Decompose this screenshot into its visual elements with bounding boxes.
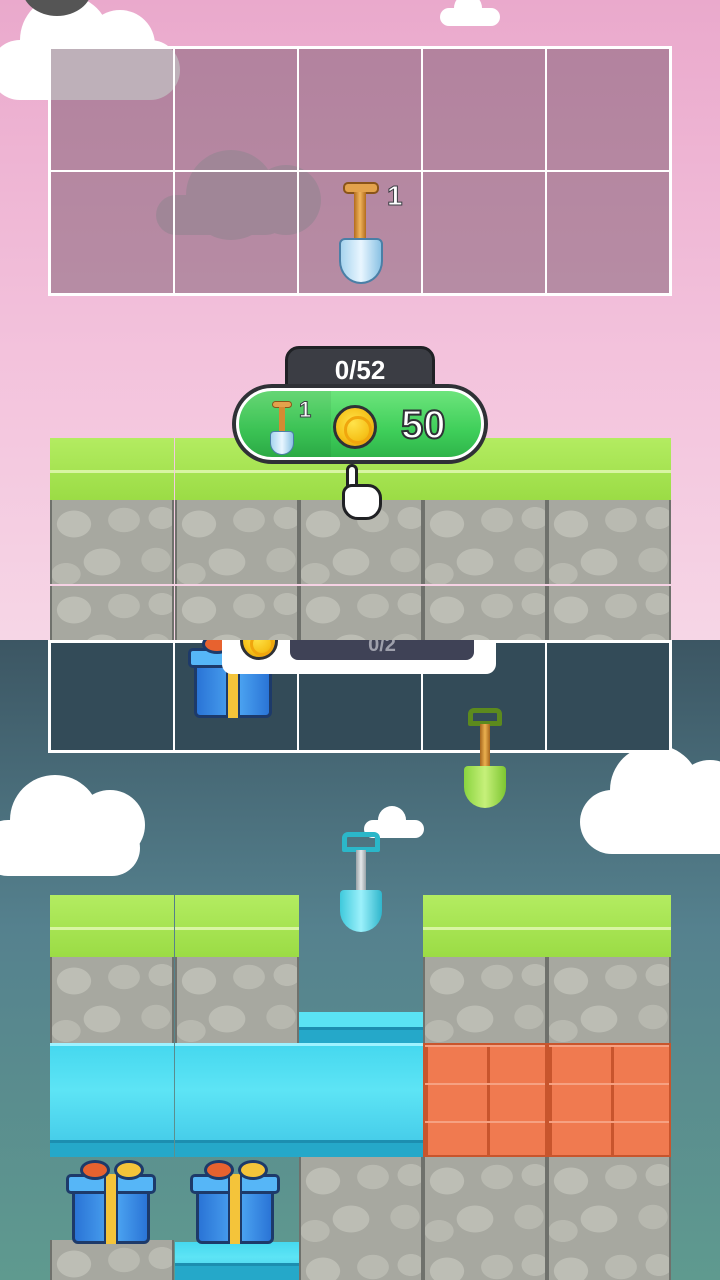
bottom-scene: 0/2 <box>0 640 720 1280</box>
pointer-hand-icon <box>336 464 386 524</box>
popup-counter: 0/2 <box>290 640 474 660</box>
water-block <box>299 1012 423 1044</box>
stone-block <box>547 1157 671 1280</box>
inventory-grid: 1 <box>48 46 672 296</box>
inventory-slot[interactable] <box>298 48 422 171</box>
cloud <box>440 0 500 26</box>
grass-block <box>175 895 299 957</box>
water-block <box>175 1242 299 1280</box>
stone-block <box>299 1157 423 1280</box>
stone-block <box>423 1157 547 1280</box>
brick-block <box>547 1043 671 1157</box>
progress-counter: 0/52 <box>285 346 435 388</box>
grass-block <box>423 895 547 957</box>
inventory-slot[interactable] <box>174 171 298 294</box>
inventory-slot[interactable] <box>422 48 546 171</box>
inventory-slot[interactable] <box>422 171 546 294</box>
stone-block <box>423 586 547 640</box>
brick-block <box>423 1043 547 1157</box>
stone-block <box>50 957 174 1043</box>
reward-coin-amount: 50 <box>400 402 446 448</box>
stone-block <box>299 586 423 640</box>
grass-block <box>547 438 671 500</box>
reward-button-face: 1 50 <box>236 388 484 460</box>
stone-block <box>175 586 299 640</box>
gift-box-icon[interactable] <box>190 1160 280 1244</box>
stone-block <box>175 957 299 1043</box>
water-block <box>299 1043 423 1157</box>
coin-icon <box>333 405 377 449</box>
coin-icon <box>240 640 278 660</box>
inventory-slot[interactable] <box>50 48 174 171</box>
inventory-slot[interactable] <box>50 642 174 751</box>
popup-fragment: 0/2 <box>222 640 496 674</box>
inventory-slot-shovel[interactable]: 1 <box>298 171 422 294</box>
water-block <box>175 1043 299 1157</box>
stone-block <box>547 586 671 640</box>
shovel-count: 1 <box>387 180 404 212</box>
inventory-slot[interactable] <box>546 642 670 751</box>
stone-block <box>547 500 671 584</box>
reward-button[interactable]: 1 50 <box>232 384 488 464</box>
gift-box-icon[interactable] <box>66 1160 156 1244</box>
green-shovel-icon <box>462 708 508 810</box>
stone-block <box>423 957 547 1043</box>
gold-shovel-icon <box>269 401 295 457</box>
top-scene: 1 0/52 1 50 <box>0 0 720 640</box>
reward-shovel-count: 1 <box>298 397 312 423</box>
stone-block <box>50 1240 174 1280</box>
cyan-shovel-icon <box>338 832 384 934</box>
water-block <box>50 1043 174 1157</box>
inventory-slot[interactable] <box>546 48 670 171</box>
stone-block <box>547 957 671 1043</box>
stone-block <box>50 500 174 584</box>
cloud <box>580 745 720 854</box>
stone-block <box>175 500 299 584</box>
stone-block <box>50 586 174 640</box>
inventory-slot[interactable] <box>174 48 298 171</box>
stone-block <box>423 500 547 584</box>
gold-shovel-icon <box>337 182 387 288</box>
inventory-slot[interactable] <box>50 171 174 294</box>
grass-block <box>547 895 671 957</box>
cloud <box>0 775 145 876</box>
grass-block <box>50 895 174 957</box>
inventory-slot[interactable] <box>546 171 670 294</box>
grass-block <box>50 438 174 500</box>
